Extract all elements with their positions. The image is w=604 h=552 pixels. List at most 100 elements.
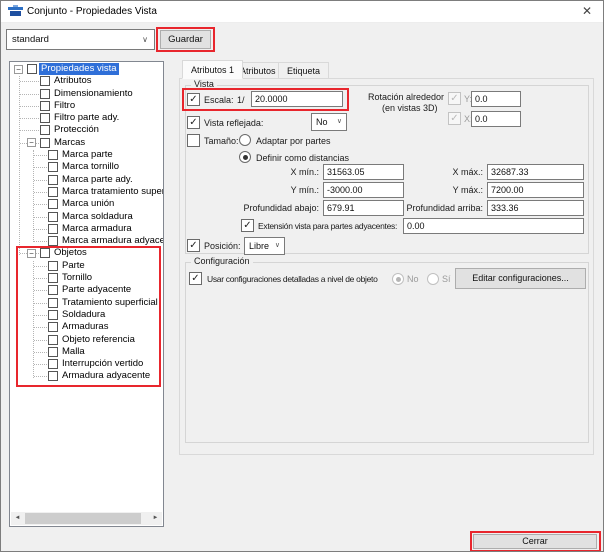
tree-item[interactable]: Filtro (10, 100, 163, 112)
tree-checkbox[interactable] (40, 89, 50, 99)
scrollbar-thumb[interactable] (25, 513, 141, 524)
tree-expander-icon[interactable]: − (14, 65, 23, 74)
tree-expander-icon[interactable]: − (27, 138, 36, 147)
close-dialog-button[interactable]: Cerrar (473, 534, 597, 549)
save-button[interactable]: Guardar (160, 30, 211, 49)
tree-item-label: Objetos (52, 247, 89, 259)
tree-checkbox[interactable] (48, 236, 58, 246)
tree-item[interactable]: Tratamiento superficial (10, 297, 163, 309)
tree-item-label: Filtro parte ady. (52, 112, 121, 124)
extension-checkbox[interactable]: ✓ (241, 219, 254, 232)
tree-item[interactable]: Marca parte (10, 149, 163, 161)
tree-checkbox[interactable] (48, 212, 58, 222)
tree-checkbox[interactable] (40, 138, 50, 148)
tree-item[interactable]: Marca soldadura (10, 211, 163, 223)
tree-checkbox[interactable] (40, 76, 50, 86)
tree-checkbox[interactable] (40, 125, 50, 135)
preset-combobox[interactable]: standard ∨ (6, 29, 155, 50)
tree-checkbox[interactable] (48, 162, 58, 172)
x-max-label: X máx.: (361, 167, 483, 177)
y-max-input[interactable]: 7200.00 (487, 182, 584, 198)
tree-checkbox[interactable] (48, 261, 58, 271)
tree-item[interactable]: − Objetos (10, 247, 163, 259)
tree-checkbox[interactable] (48, 187, 58, 197)
posicion-checkbox[interactable]: ✓ (187, 239, 200, 252)
vista-reflejada-checkbox[interactable]: ✓ (187, 116, 200, 129)
tree-checkbox[interactable] (48, 298, 58, 308)
tamano-label: Tamaño: (204, 136, 239, 146)
tree-checkbox[interactable] (48, 347, 58, 357)
tree-connector (34, 204, 47, 205)
tree-item[interactable]: − Marcas (10, 137, 163, 149)
tree-item[interactable]: Atributos (10, 75, 163, 87)
tab-atributos-1[interactable]: Atributos 1 (182, 60, 243, 79)
options-tree: − Propiedades vista Atributos Dimensiona… (9, 61, 164, 527)
tree-checkbox[interactable] (48, 150, 58, 160)
tree-checkbox[interactable] (48, 273, 58, 283)
tree-item[interactable]: Armadura adyacente (10, 370, 163, 382)
tree-checkbox[interactable] (48, 199, 58, 209)
vista-reflejada-value: No (316, 114, 328, 130)
tree-checkbox[interactable] (40, 101, 50, 111)
tree-item[interactable]: Soldadura (10, 309, 163, 321)
tree-item-label: Parte adyacente (60, 284, 133, 296)
posicion-dropdown[interactable]: Libre ∨ (244, 237, 285, 255)
tree-checkbox[interactable] (48, 285, 58, 295)
usar-config-checkbox[interactable]: ✓ (189, 272, 202, 285)
x-max-input[interactable]: 32687.33 (487, 164, 584, 180)
rotacion-label-line1: Rotación alrededor (368, 92, 444, 102)
tamano-checkbox[interactable] (187, 134, 200, 147)
tree-item[interactable]: Objeto referencia (10, 334, 163, 346)
scroll-right-icon[interactable]: ► (149, 512, 162, 525)
config-si-label: Sí (442, 274, 451, 284)
tree-item[interactable]: Dimensionamiento (10, 88, 163, 100)
horizontal-scrollbar[interactable]: ◄ ► (11, 512, 162, 525)
close-icon[interactable]: ✕ (571, 1, 603, 23)
tree-item[interactable]: Marca armadura adyacente (10, 235, 163, 247)
tree-item[interactable]: Protección (10, 124, 163, 136)
prof-arriba-input[interactable]: 333.36 (487, 200, 584, 216)
tree-item-label: Marca parte ady. (60, 174, 135, 186)
tree-checkbox[interactable] (48, 322, 58, 332)
tree-checkbox[interactable] (48, 310, 58, 320)
rotacion-y-input[interactable]: 0.0 (471, 91, 521, 107)
tree-item[interactable]: Interrupción vertido (10, 358, 163, 370)
rotacion-x-input[interactable]: 0.0 (471, 111, 521, 127)
tree-item[interactable]: Marca tratamiento superfic (10, 186, 163, 198)
tree-item[interactable]: Marca armadura (10, 223, 163, 235)
tree-checkbox[interactable] (48, 371, 58, 381)
tree-expander-icon[interactable]: − (27, 249, 36, 258)
escala-input[interactable]: 20.0000 (251, 91, 343, 107)
escala-checkbox[interactable]: ✓ (187, 93, 200, 106)
tree-item-label: Tornillo (60, 272, 94, 284)
vista-reflejada-dropdown[interactable]: No ∨ (311, 113, 347, 131)
tree-checkbox[interactable] (48, 359, 58, 369)
tab-etiqueta[interactable]: Etiqueta (278, 62, 329, 79)
tree-item[interactable]: Marca tornillo (10, 161, 163, 173)
tree-item[interactable]: Malla (10, 346, 163, 358)
scroll-left-icon[interactable]: ◄ (11, 512, 24, 525)
tree-connector (34, 376, 47, 377)
extension-input[interactable]: 0.00 (403, 218, 584, 234)
adaptar-radio[interactable] (239, 134, 251, 146)
tree-item[interactable]: Marca unión (10, 198, 163, 210)
tree-item-label: Marca soldadura (60, 211, 135, 223)
editar-configuraciones-button[interactable]: Editar configuraciones... (455, 268, 586, 289)
tree-item[interactable]: Marca parte ady. (10, 174, 163, 186)
tree-checkbox[interactable] (27, 64, 37, 74)
tree-checkbox[interactable] (48, 335, 58, 345)
definir-radio[interactable] (239, 151, 251, 163)
tree-item[interactable]: − Propiedades vista (10, 63, 163, 75)
prof-arriba-label: Profundidad arriba: (361, 203, 483, 213)
tree-checkbox[interactable] (48, 175, 58, 185)
tree-checkbox[interactable] (40, 113, 50, 123)
configuracion-groupbox (185, 262, 589, 443)
tree-item[interactable]: Filtro parte ady. (10, 112, 163, 124)
tree-checkbox[interactable] (48, 224, 58, 234)
tree-item[interactable]: Parte adyacente (10, 284, 163, 296)
tree-item[interactable]: Tornillo (10, 272, 163, 284)
tree-checkbox[interactable] (40, 248, 50, 258)
tree-item[interactable]: Armaduras (10, 321, 163, 333)
tree-item[interactable]: Parte (10, 260, 163, 272)
tree-item-label: Marca unión (60, 198, 116, 210)
